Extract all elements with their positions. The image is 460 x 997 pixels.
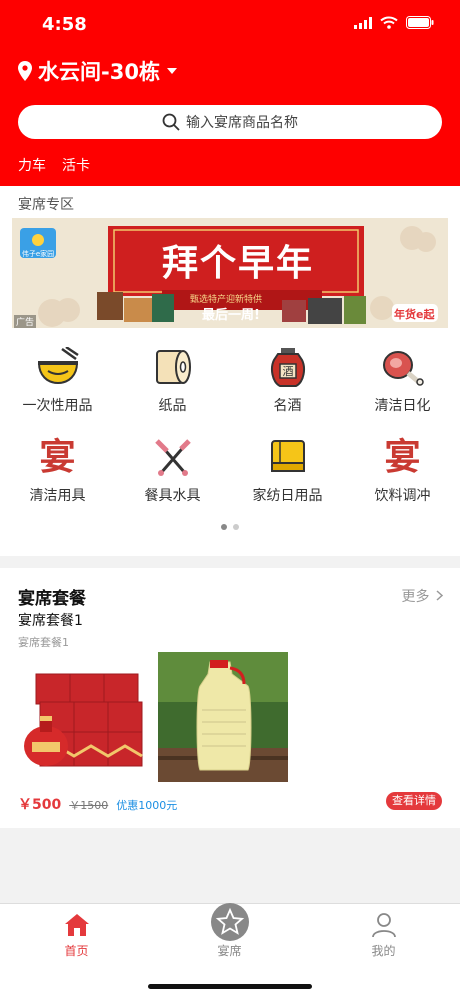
package-subtitle: 宴席套餐1: [18, 636, 69, 649]
main-content: 宴席专区 伟子e家园 拜个早年 甄选特产迎新特供 最后一周! 年货e起 广告 一…: [0, 186, 460, 556]
location-selector[interactable]: 水云间-30栋: [18, 56, 178, 86]
ad-label: 广告: [14, 315, 37, 328]
liquor-gift-box-image[interactable]: [18, 652, 148, 782]
yan-glyph: 宴: [384, 436, 421, 478]
status-time: 4:58: [42, 14, 87, 35]
battery-icon: [406, 16, 434, 29]
discount-label: 优惠1000元: [116, 799, 178, 812]
search-placeholder: 输入宴席商品名称: [186, 115, 298, 131]
header-links: 力车 活卡: [18, 155, 90, 175]
wifi-icon: [380, 16, 398, 29]
category-liquor[interactable]: 酒 名酒: [230, 341, 345, 431]
tab-home[interactable]: 首页: [0, 904, 153, 964]
banner-brand: 伟子e家园: [21, 250, 55, 258]
liquor-jar-icon: 酒: [266, 345, 310, 389]
home-icon: [64, 914, 89, 936]
bottom-tab-bar: 首页 宴席 我的: [0, 903, 460, 997]
header-link-lidche[interactable]: 力车: [18, 155, 46, 175]
chevron-right-icon: [436, 590, 444, 601]
yan-char-icon: 宴: [36, 435, 80, 479]
status-icons: [354, 16, 434, 29]
banner-tagline: 最后一周!: [202, 308, 260, 323]
section-title: 宴席专区: [18, 197, 74, 213]
category-textiles[interactable]: 家纺日用品: [230, 431, 345, 521]
more-link[interactable]: 更多: [402, 586, 444, 606]
page-dot[interactable]: [221, 524, 227, 530]
fork-knife-icon: [151, 435, 195, 479]
star-icon: [210, 903, 249, 941]
package-title: 宴席套餐: [18, 589, 86, 609]
location-pin-icon: [18, 61, 32, 81]
banner-corner: 年货e起: [394, 308, 435, 321]
category-label: 一次性用品: [22, 398, 93, 414]
search-icon: [162, 113, 180, 131]
home-indicator[interactable]: [148, 984, 312, 989]
bowl-icon: [36, 345, 80, 389]
signal-icon: [354, 16, 372, 29]
original-price: ￥1500: [69, 799, 109, 812]
tab-label: 首页: [64, 944, 89, 958]
location-label: 水云间-30栋: [38, 60, 160, 84]
tab-banquet[interactable]: 宴席: [153, 903, 306, 964]
category-label: 家纺日用品: [252, 488, 323, 504]
status-bar: 4:58: [0, 0, 460, 50]
banner-slogan: 拜个早年: [162, 242, 315, 284]
liquor-badge: 酒: [282, 365, 293, 378]
category-label: 清洁用具: [29, 488, 86, 504]
caret-down-icon: [166, 68, 177, 74]
user-icon: [371, 913, 396, 938]
category-tableware[interactable]: 餐具水具: [115, 431, 230, 521]
promo-banner[interactable]: 伟子e家园 拜个早年 甄选特产迎新特供 最后一周! 年货e起 广告: [12, 218, 448, 328]
price-row: ￥500 ￥1500 优惠1000元: [18, 794, 177, 814]
page-indicator[interactable]: [0, 524, 460, 530]
view-details-button[interactable]: 查看详情: [386, 792, 442, 810]
oil-jug-image[interactable]: [158, 652, 288, 782]
category-label: 餐具水具: [144, 488, 201, 504]
search-input[interactable]: 输入宴席商品名称: [18, 105, 442, 139]
more-label: 更多: [401, 589, 430, 605]
yan-char-icon: 宴: [381, 435, 425, 479]
category-label: 名酒: [273, 398, 302, 414]
app-header: 4:58 水云间-30栋 输入宴席商品名称 力车 活卡: [0, 0, 460, 186]
ham-icon: [381, 345, 425, 389]
category-label: 饮料调冲: [374, 488, 431, 504]
package-price: ￥500: [18, 797, 62, 813]
package-name: 宴席套餐1: [18, 613, 83, 629]
category-paper[interactable]: 纸品: [115, 341, 230, 431]
category-cleaning-chem[interactable]: 清洁日化: [345, 341, 460, 431]
category-beverages[interactable]: 宴 饮料调冲: [345, 431, 460, 521]
package-section: 宴席套餐 更多 宴席套餐1 宴席套餐1 ￥500 ￥1500 优惠1000元 查…: [0, 568, 460, 828]
tissue-roll-icon: [151, 345, 195, 389]
header-link-huoka[interactable]: 活卡: [62, 155, 90, 175]
category-label: 纸品: [158, 398, 187, 414]
yan-glyph: 宴: [39, 436, 76, 478]
tab-label: 宴席: [217, 944, 242, 958]
tab-label: 我的: [371, 944, 396, 958]
category-cleaning-tools[interactable]: 宴 清洁用具: [0, 431, 115, 521]
tab-mine[interactable]: 我的: [307, 904, 460, 964]
category-label: 清洁日化: [374, 398, 431, 414]
page-dot[interactable]: [233, 524, 239, 530]
category-disposables[interactable]: 一次性用品: [0, 341, 115, 431]
category-grid: 一次性用品 纸品 酒 名酒 清洁日化 宴 清洁用具 餐具水具 家纺日用品 宴 饮…: [0, 341, 460, 521]
towel-icon: [266, 435, 310, 479]
